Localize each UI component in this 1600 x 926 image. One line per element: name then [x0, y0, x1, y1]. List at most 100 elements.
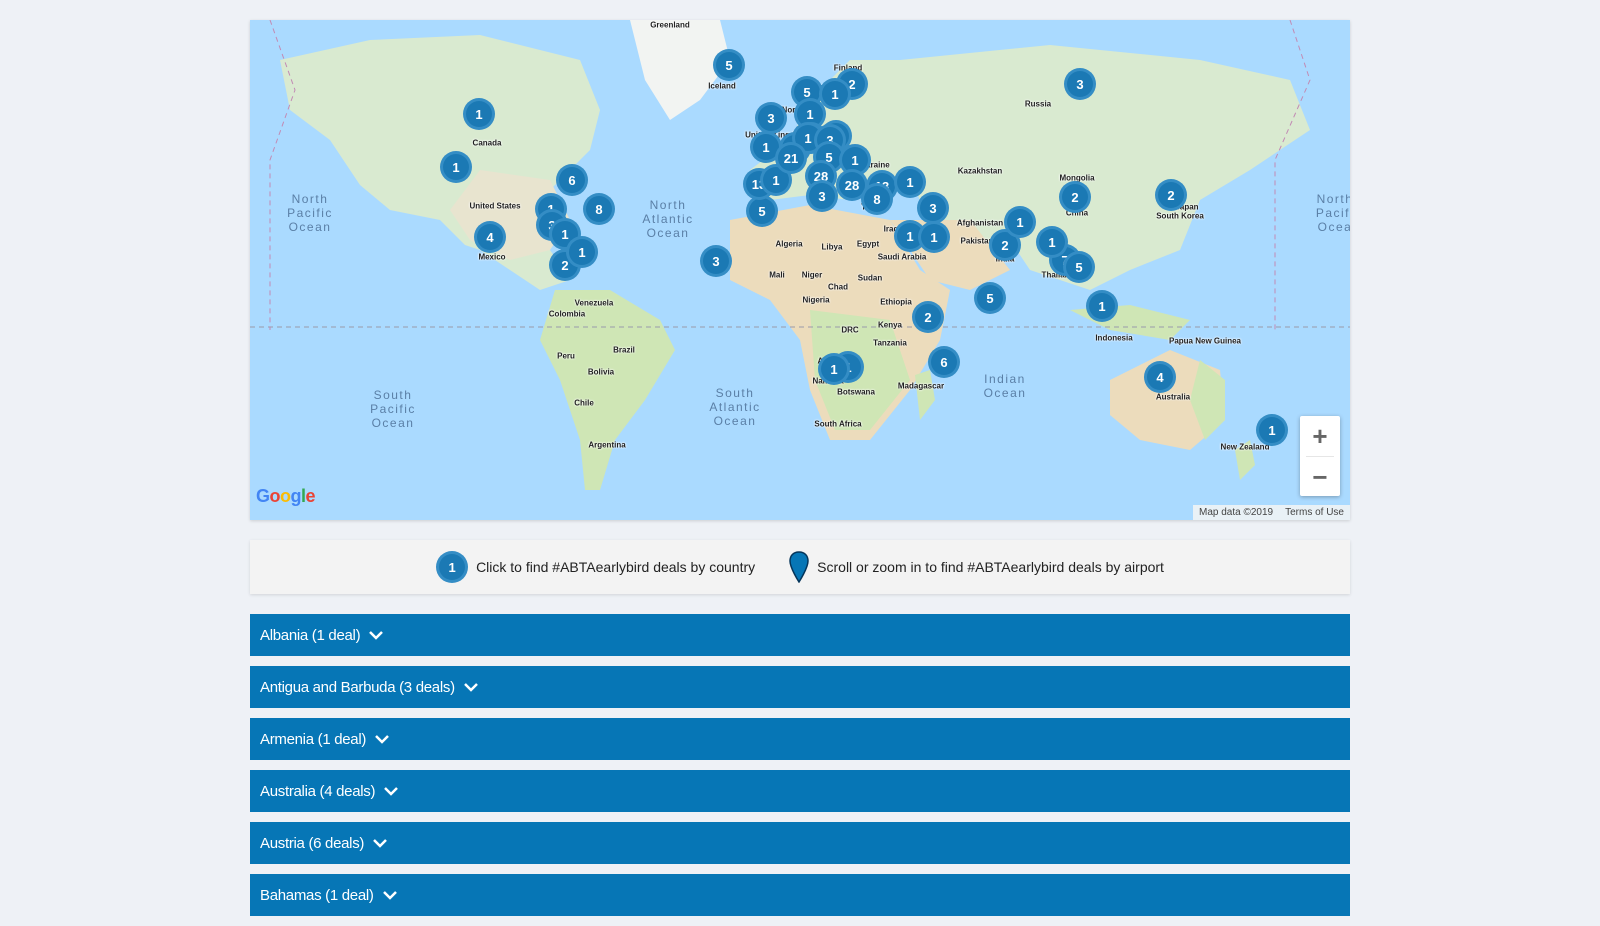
country-label: United States [469, 201, 521, 211]
ocean-label-line: North [291, 192, 329, 206]
ocean-label-line: Ocean [646, 226, 690, 240]
google-logo: Google [256, 486, 316, 506]
chevron-down-icon [369, 631, 384, 640]
ocean-label-line: Ocean [713, 414, 757, 428]
deal-cluster-marker[interactable]: 1 [1086, 290, 1118, 322]
ocean-label-line: Indian [984, 372, 1026, 386]
chevron-down-icon [384, 787, 399, 796]
country-accordion-label: Albania (1 deal) [260, 626, 361, 644]
country-label: DRC [841, 325, 859, 335]
ocean-label: North Pacific Ocean [287, 192, 333, 234]
ocean-label-line: Pacifi [1315, 206, 1350, 220]
country-accordion-item[interactable]: Australia (4 deals) [250, 770, 1350, 812]
deal-cluster-marker[interactable]: 3 [755, 102, 787, 134]
deal-cluster-marker[interactable]: 1 [1256, 414, 1288, 446]
country-label: Mexico [478, 252, 506, 262]
country-label: Indonesia [1095, 333, 1133, 343]
country-label: Argentina [588, 440, 626, 450]
deal-cluster-marker[interactable]: 6 [928, 346, 960, 378]
country-label: Iceland [708, 81, 736, 91]
deal-cluster-marker[interactable]: 4 [1144, 361, 1176, 393]
ocean-label-line: Atlantic [709, 400, 761, 414]
deal-cluster-marker[interactable]: 2 [912, 301, 944, 333]
ocean-label: NorthPacifiOcea [1316, 192, 1350, 234]
map-attribution: Map data ©2019 Terms of Use [1193, 505, 1350, 520]
ocean-label: North Atlantic Ocean [642, 198, 693, 240]
deal-cluster-marker[interactable]: 1 [463, 98, 495, 130]
terms-of-use-link[interactable]: Terms of Use [1285, 505, 1344, 520]
deal-cluster-marker[interactable]: 6 [556, 164, 588, 196]
country-accordion-item[interactable]: Antigua and Barbuda (3 deals) [250, 666, 1350, 708]
deal-cluster-marker[interactable]: 3 [917, 192, 949, 224]
country-accordion-label: Australia (4 deals) [260, 782, 376, 800]
country-accordion-item[interactable]: Albania (1 deal) [250, 614, 1350, 656]
ocean-label-line: North [1316, 192, 1350, 206]
deal-cluster-marker[interactable]: 5 [1063, 251, 1095, 283]
country-accordion-item[interactable]: Austria (6 deals) [250, 822, 1350, 864]
country-label: Madagascar [897, 381, 945, 391]
legend-airport-text: Scroll or zoom in to find #ABTAearlybird… [817, 559, 1164, 575]
ocean-label-line: North [649, 198, 687, 212]
map-legend: 1 Click to find #ABTAearlybird deals by … [250, 540, 1350, 594]
deal-cluster-marker[interactable]: 5 [974, 282, 1006, 314]
country-label: Saudi Arabia [877, 252, 927, 262]
ocean-label-line: Atlantic [642, 212, 694, 226]
country-accordion-item[interactable]: Armenia (1 deal) [250, 718, 1350, 760]
country-label: Afghanistan [956, 218, 1004, 228]
deal-cluster-marker[interactable]: 21 [775, 142, 807, 174]
deal-cluster-marker[interactable]: 2 [1059, 181, 1091, 213]
ocean-label: Indian Ocean [984, 372, 1027, 400]
country-accordion-label: Antigua and Barbuda (3 deals) [260, 678, 455, 696]
zoom-out-button[interactable]: − [1300, 457, 1340, 497]
zoom-in-button[interactable]: + [1300, 416, 1340, 456]
deal-cluster-marker[interactable]: 1 [818, 353, 850, 385]
country-label: Botswana [837, 387, 875, 397]
country-accordion: Albania (1 deal) Antigua and Barbuda (3 d… [250, 614, 1350, 926]
ocean-label: South Pacific Ocean [370, 388, 416, 430]
deal-cluster-marker[interactable]: 5 [713, 49, 745, 81]
country-label: Nigeria [802, 295, 830, 305]
ocean-label-line: Pacific [287, 206, 333, 220]
ocean-label: South Atlantic Ocean [709, 386, 760, 428]
deal-cluster-marker[interactable]: 1 [1036, 226, 1068, 258]
country-label: Russia [1024, 99, 1052, 109]
country-label: South Africa [814, 419, 862, 429]
country-label: Egypt [856, 239, 880, 249]
deal-cluster-marker[interactable]: 3 [700, 245, 732, 277]
ocean-label-line: Ocean [983, 386, 1027, 400]
deal-cluster-marker[interactable]: 4 [474, 221, 506, 253]
ocean-label-line: South [715, 386, 755, 400]
deal-cluster-marker[interactable]: 5 [746, 195, 778, 227]
deal-cluster-marker[interactable]: 1 [918, 221, 950, 253]
country-label: Kazakhstan [957, 166, 1003, 176]
deal-cluster-marker[interactable]: 1 [566, 236, 598, 268]
country-label: Niger [801, 270, 823, 280]
world-map[interactable]: North Pacific Ocean North Atlantic Ocean South… [250, 20, 1350, 520]
deal-cluster-marker[interactable]: 1 [894, 166, 926, 198]
country-label: Australia [1155, 392, 1191, 402]
country-label: Algeria [775, 239, 803, 249]
deal-cluster-marker[interactable]: 8 [583, 193, 615, 225]
country-label: Greenland [650, 20, 690, 30]
chevron-down-icon [375, 735, 389, 744]
chevron-down-icon [373, 839, 388, 848]
ocean-label-line: Ocea [1317, 220, 1350, 234]
deal-cluster-marker[interactable]: 2 [1155, 179, 1187, 211]
country-label: Colombia [548, 309, 586, 319]
country-label: Bolivia [587, 367, 615, 377]
deal-cluster-marker[interactable]: 3 [1064, 68, 1096, 100]
deal-cluster-marker[interactable]: 1 [1004, 206, 1036, 238]
country-accordion-label: Austria (6 deals) [260, 834, 365, 852]
country-label: New Zealand [1220, 442, 1270, 452]
country-label: Chad [828, 282, 848, 292]
deal-cluster-marker[interactable]: 8 [861, 183, 893, 215]
country-label: Libya [821, 242, 843, 252]
country-accordion-item[interactable]: Bahamas (1 deal) [250, 874, 1350, 916]
ocean-label-line: Ocean [288, 220, 332, 234]
deal-cluster-marker[interactable]: 3 [806, 180, 838, 212]
country-label: Sudan [857, 273, 883, 283]
map-pin-icon [789, 551, 809, 583]
map-data-credit: Map data ©2019 [1199, 507, 1274, 518]
deal-cluster-marker[interactable]: 1 [440, 151, 472, 183]
ocean-label-line: Pacific [370, 402, 416, 416]
